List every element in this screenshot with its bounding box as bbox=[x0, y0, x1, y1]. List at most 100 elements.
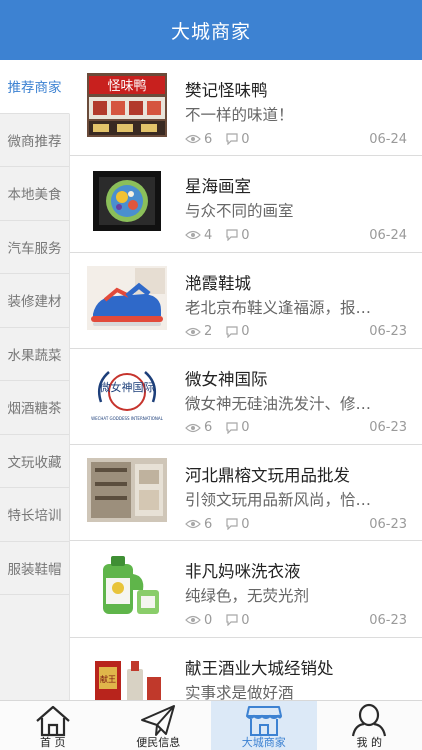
merchant-name: 滟霞鞋城 bbox=[185, 273, 251, 293]
comment-count: 0 bbox=[226, 131, 250, 147]
sandal-image bbox=[87, 265, 167, 330]
home-icon bbox=[36, 705, 70, 737]
eye-icon bbox=[185, 327, 201, 336]
merchant-thumbnail bbox=[87, 265, 167, 330]
sidebar-item-wechat-merchants[interactable]: 微商推荐 bbox=[0, 114, 69, 167]
view-count-value: 2 bbox=[204, 324, 213, 340]
list-item[interactable]: 星海画室 与众不同的画室 4 0 06-24 bbox=[70, 156, 422, 253]
store-interior-image bbox=[87, 458, 167, 523]
merchant-thumbnail bbox=[87, 458, 167, 523]
merchant-description: 微女神无硅油洗发汁、修… bbox=[185, 394, 372, 413]
sidebar-item-decoration[interactable]: 装修建材 bbox=[0, 274, 69, 328]
merchant-meta: 2 0 06-23 bbox=[185, 324, 407, 340]
thumb-box-text: 献王 bbox=[100, 674, 116, 684]
shop-front-image: 怪味鸭 bbox=[87, 73, 167, 137]
merchant-meta: 6 0 06-23 bbox=[185, 420, 407, 436]
merchant-description: 不一样的味道！ bbox=[185, 106, 294, 124]
eye-icon bbox=[185, 134, 201, 144]
merchant-description: 纯绿色，无荧光剂 bbox=[185, 587, 310, 606]
view-count-value: 0 bbox=[204, 612, 213, 628]
comment-count-value: 0 bbox=[241, 516, 250, 532]
liquor-box-image: 献王 bbox=[87, 650, 167, 700]
sidebar-item-local-food[interactable]: 本地美食 bbox=[0, 167, 69, 221]
comment-count: 0 bbox=[226, 420, 250, 436]
sidebar-item-recommended[interactable]: 推荐商家 bbox=[0, 60, 70, 114]
comment-icon bbox=[226, 614, 238, 627]
view-count: 6 bbox=[185, 420, 212, 435]
eye-icon bbox=[185, 616, 201, 625]
view-count: 6 bbox=[185, 517, 212, 532]
merchant-thumbnail: 微女神国际 WECHAT GODDESS INTERNATIONAL bbox=[87, 361, 167, 426]
top-bar: 大城商家 bbox=[0, 0, 422, 60]
merchant-name: 樊记怪味鸭 bbox=[185, 81, 268, 100]
comment-icon bbox=[226, 325, 238, 338]
tab-home[interactable]: 首 页 bbox=[0, 701, 106, 750]
view-count-value: 4 bbox=[204, 227, 213, 243]
merchant-name: 微女神国际 bbox=[185, 369, 268, 389]
post-date: 06-24 bbox=[369, 227, 407, 243]
merchant-meta: 0 0 06-23 bbox=[185, 612, 407, 628]
list-item[interactable]: 微女神国际 WECHAT GODDESS INTERNATIONAL 微女神国际… bbox=[70, 349, 422, 446]
sidebar-item-auto-service[interactable]: 汽车服务 bbox=[0, 221, 69, 274]
thumb-logo-text: 微女神国际 bbox=[100, 380, 155, 394]
thumb-logo-subtext: WECHAT GODDESS INTERNATIONAL bbox=[91, 416, 164, 421]
merchant-list: 怪味鸭 樊记怪味鸭 不一样的味道！ 6 0 06-24 星海画室 与众不同的画室… bbox=[70, 60, 422, 700]
merchant-name: 星海画室 bbox=[185, 177, 251, 197]
list-item[interactable]: 河北鼎榕文玩用品批发 引领文玩用品新风尚，恰… 6 0 06-23 bbox=[70, 445, 422, 542]
post-date: 06-23 bbox=[369, 324, 407, 340]
thumb-sign-text: 怪味鸭 bbox=[107, 79, 146, 94]
page-title: 大城商家 bbox=[170, 20, 251, 43]
comment-count: 0 bbox=[226, 324, 250, 340]
comment-icon bbox=[226, 133, 238, 145]
merchant-thumbnail bbox=[87, 554, 167, 619]
merchant-meta: 6 0 06-23 bbox=[185, 516, 407, 532]
brand-logo-image: 微女神国际 WECHAT GODDESS INTERNATIONAL bbox=[87, 361, 167, 426]
bottom-tab-bar: 首 页 便民信息 大城商家 我 的 bbox=[0, 700, 422, 750]
merchant-meta: 6 0 06-24 bbox=[185, 131, 407, 147]
comment-icon bbox=[226, 422, 238, 434]
sidebar-item-tobacco-liquor[interactable]: 烟酒糖茶 bbox=[0, 381, 69, 435]
list-item[interactable]: 滟霞鞋城 老北京布鞋义逢福源，报… 2 0 06-23 bbox=[70, 253, 422, 349]
merchant-description: 引领文玩用品新风尚，恰… bbox=[185, 491, 372, 510]
merchant-name: 河北鼎榕文玩用品批发 bbox=[185, 466, 350, 486]
merchant-name: 非凡妈咪洗衣液 bbox=[185, 562, 301, 582]
paper-plane-icon bbox=[141, 705, 176, 736]
app-screen: 大城商家 推荐商家 微商推荐 本地美食 汽车服务 装修建材 水果蔬菜 烟酒糖茶 … bbox=[0, 0, 422, 750]
eye-icon bbox=[185, 231, 201, 240]
view-count: 0 bbox=[185, 613, 212, 628]
merchant-description: 实事求是做好酒 bbox=[185, 683, 294, 700]
list-item[interactable]: 怪味鸭 樊记怪味鸭 不一样的味道！ 6 0 06-24 bbox=[70, 60, 422, 157]
comment-icon bbox=[226, 229, 238, 242]
comment-count-value: 0 bbox=[241, 420, 250, 436]
tab-merchants[interactable]: 大城商家 bbox=[211, 701, 317, 750]
tab-label: 大城商家 bbox=[241, 736, 286, 749]
eye-icon bbox=[185, 520, 201, 529]
comment-count-value: 0 bbox=[241, 324, 250, 340]
merchant-thumbnail: 怪味鸭 bbox=[87, 73, 167, 137]
comment-count-value: 0 bbox=[241, 612, 250, 628]
post-date: 06-23 bbox=[369, 420, 407, 436]
list-item[interactable]: 非凡妈咪洗衣液 纯绿色，无荧光剂 0 0 06-23 bbox=[70, 541, 422, 638]
sidebar-item-collectibles[interactable]: 文玩收藏 bbox=[0, 435, 69, 488]
view-count: 6 bbox=[185, 132, 212, 147]
post-date: 06-23 bbox=[369, 516, 407, 532]
tab-profile[interactable]: 我 的 bbox=[317, 701, 422, 750]
sidebar-item-training[interactable]: 特长培训 bbox=[0, 488, 69, 542]
tab-label: 便民信息 bbox=[136, 736, 181, 749]
sidebar-item-fruits-vegetables[interactable]: 水果蔬菜 bbox=[0, 328, 69, 381]
category-sidebar: 推荐商家 微商推荐 本地美食 汽车服务 装修建材 水果蔬菜 烟酒糖茶 文玩收藏 … bbox=[0, 60, 70, 700]
list-item[interactable]: 献王 献王酒业大城经销处 实事求是做好酒 bbox=[70, 638, 422, 700]
comment-count-value: 0 bbox=[241, 227, 250, 243]
sidebar-item-clothing[interactable]: 服装鞋帽 bbox=[0, 542, 69, 595]
post-date: 06-24 bbox=[369, 131, 407, 147]
merchant-description: 老北京布鞋义逢福源，报… bbox=[185, 298, 372, 317]
detergent-bottle-image bbox=[87, 554, 167, 619]
user-icon bbox=[352, 703, 387, 737]
comment-count: 0 bbox=[226, 516, 250, 532]
merchant-meta: 4 0 06-24 bbox=[185, 227, 407, 243]
eye-icon bbox=[185, 423, 201, 432]
comment-count-value: 0 bbox=[241, 131, 250, 147]
view-count: 2 bbox=[185, 324, 212, 339]
tab-label: 首 页 bbox=[40, 736, 66, 749]
tab-convenience-info[interactable]: 便民信息 bbox=[106, 701, 212, 750]
